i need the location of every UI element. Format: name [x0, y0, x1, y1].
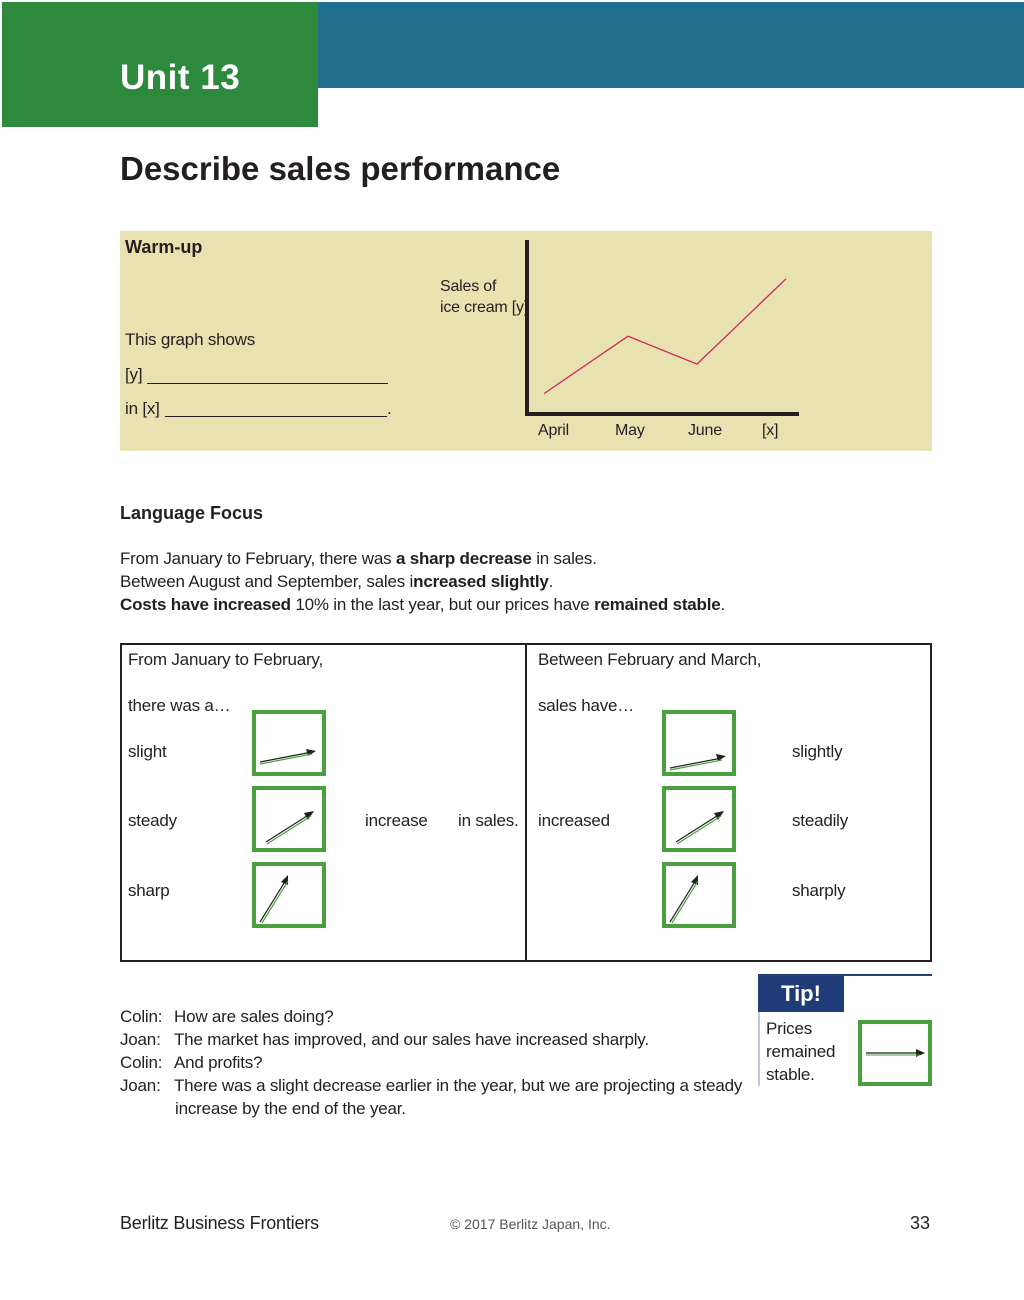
- table-word-increase: increase: [365, 811, 428, 830]
- footer-series-title: Berlitz Business Frontiers: [120, 1213, 319, 1233]
- focus-s3-bold-c: remained stable: [594, 595, 721, 614]
- focus-s3-text-b: 10% in the last year, but our prices hav…: [290, 595, 595, 614]
- warmup-line-chart: [525, 240, 799, 416]
- dialogue-line-4: There was a slight decrease earlier in t…: [174, 1076, 743, 1095]
- chart-tick-label: May: [615, 422, 645, 439]
- page-number: 33: [910, 1213, 931, 1233]
- table-left-intro: From January to February,: [128, 650, 323, 669]
- slightly-increased-arrow-icon: [662, 710, 736, 776]
- table-word-slightly: slightly: [792, 742, 843, 761]
- warmup-x-label: in [x]: [125, 399, 160, 418]
- chart-tick-label: April: [538, 422, 570, 439]
- chart-series-line: [543, 278, 787, 395]
- table-word-slight: slight: [128, 742, 167, 761]
- focus-s3-text-d: .: [720, 595, 726, 614]
- table-word-steady: steady: [128, 811, 177, 830]
- focus-s1-text-c: in sales.: [531, 549, 597, 568]
- table-word-sharply: sharply: [792, 881, 846, 900]
- focus-s3-bold-a: Costs have increased: [120, 595, 291, 614]
- table-divider: [525, 643, 527, 962]
- footer-copyright: © 2017 Berlitz Japan, Inc.: [450, 1216, 611, 1232]
- focus-s1-bold: a sharp decrease: [395, 549, 532, 568]
- warmup-heading: Warm-up: [125, 237, 203, 257]
- warmup-line-1: This graph shows: [125, 330, 256, 349]
- table-word-in-sales: in sales.: [458, 811, 519, 830]
- warmup-y-blank[interactable]: [147, 383, 388, 384]
- chart-tick-label: June: [688, 422, 722, 439]
- focus-sentence-2: Between August and September, sales incr…: [120, 572, 553, 592]
- dialogue-line-2: The market has improved, and our sales h…: [174, 1030, 649, 1049]
- page-title: Describe sales performance: [120, 150, 561, 187]
- warmup-period: .: [387, 399, 392, 418]
- dialogue-speaker-3: Colin:: [120, 1053, 163, 1072]
- warmup-y-label: [y]: [125, 365, 143, 384]
- focus-s2-text-a: Between August and September, sales i: [120, 572, 414, 591]
- table-right-sales-have: sales have…: [538, 696, 635, 715]
- table-word-steadily: steadily: [792, 811, 849, 830]
- tip-side-rule: [758, 1012, 760, 1086]
- table-word-increased: increased: [538, 811, 610, 830]
- sharp-increase-arrow-icon: [252, 862, 326, 928]
- unit-label: Unit 13: [120, 58, 241, 97]
- warmup-x-blank[interactable]: [165, 416, 387, 417]
- language-focus-heading: Language Focus: [120, 503, 264, 523]
- focus-s1-text-a: From January to February, there was: [120, 549, 396, 568]
- dialogue-line-4-continued: increase by the end of the year.: [175, 1099, 406, 1118]
- focus-sentence-3: Costs have increased 10% in the last yea…: [120, 595, 725, 615]
- sharply-increased-arrow-icon: [662, 862, 736, 928]
- table-left-there-was: there was a…: [128, 696, 231, 715]
- steady-increase-arrow-icon: [252, 786, 326, 852]
- chart-tick-label: [x]: [762, 422, 779, 439]
- focus-sentence-1: From January to February, there was a sh…: [120, 549, 597, 569]
- stable-arrow-icon: [858, 1020, 932, 1086]
- chart-ylabel-line-1: Sales of: [440, 278, 497, 295]
- focus-s2-bold: ncreased slightly: [413, 572, 549, 591]
- tip-line-1: Prices: [766, 1019, 813, 1038]
- tip-badge: Tip!: [758, 976, 844, 1012]
- tip-line-3: stable.: [766, 1065, 815, 1084]
- steadily-increased-arrow-icon: [662, 786, 736, 852]
- dialogue-line-1: How are sales doing?: [174, 1007, 334, 1026]
- slight-increase-arrow-icon: [252, 710, 326, 776]
- table-word-sharp: sharp: [128, 881, 170, 900]
- header-band-blue: [318, 2, 1024, 88]
- dialogue-speaker-1: Colin:: [120, 1007, 163, 1026]
- table-right-intro: Between February and March,: [538, 650, 762, 669]
- tip-line-2: remained: [766, 1042, 836, 1061]
- focus-s2-text-c: .: [548, 572, 554, 591]
- dialogue-speaker-2: Joan:: [120, 1030, 161, 1049]
- dialogue-speaker-4: Joan:: [120, 1076, 161, 1095]
- dialogue-line-3: And profits?: [174, 1053, 263, 1072]
- chart-ylabel-line-2: ice cream [y]: [440, 299, 529, 316]
